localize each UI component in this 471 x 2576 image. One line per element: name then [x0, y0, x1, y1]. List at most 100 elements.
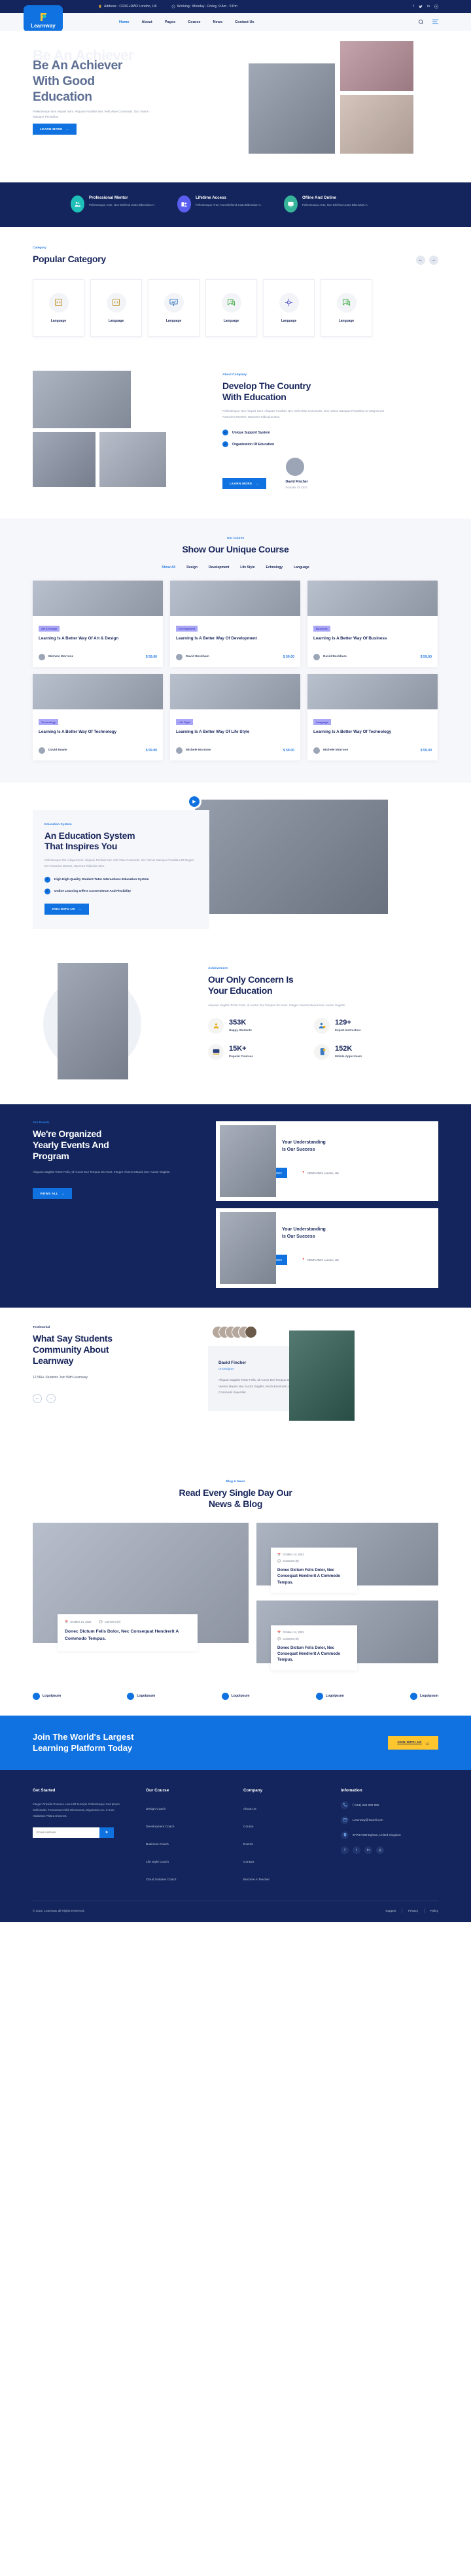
course-price: $ 59.00 — [283, 654, 294, 659]
tab-show-all[interactable]: Show All — [162, 566, 175, 569]
footer-link-design-coach[interactable]: Design Coach — [146, 1808, 166, 1811]
check-icon: ✓ — [222, 441, 228, 448]
blog-comments-text: Comment (0) — [283, 1637, 299, 1641]
list-item: Cloud Solution Coach — [146, 1872, 243, 1884]
footer-link-support[interactable]: Support — [385, 1909, 396, 1912]
category-card[interactable]: Language — [90, 279, 142, 337]
nav-item-about[interactable]: About — [142, 20, 152, 24]
course-card[interactable]: Art & Design Learning Is A Better Way Of… — [33, 580, 163, 667]
footer-link-business-coach[interactable]: Business Coach — [146, 1843, 169, 1846]
tab-development[interactable]: Development — [209, 566, 229, 569]
search-icon[interactable] — [418, 19, 424, 25]
blog-post[interactable]: 📅 October 14, 2022 💬 Comment (0) Donec Dic… — [256, 1522, 438, 1593]
category-card[interactable]: Language — [205, 279, 257, 337]
feature-item: Professional Mentor Pellentesque Ante, N… — [71, 195, 166, 212]
course-tag: Development — [176, 625, 198, 632]
linkedin-icon[interactable]: in — [364, 1846, 373, 1854]
newsletter-send-icon[interactable]: ➤ — [99, 1827, 114, 1838]
course-card[interactable]: Life Style Learning Is A Better Way Of L… — [170, 673, 300, 760]
course-card[interactable]: Business Learning Is A Better Way Of Bus… — [307, 580, 438, 667]
about-learn-more-button[interactable]: LEARN MORE → — [222, 478, 266, 490]
facebook-icon[interactable]: f — [341, 1846, 349, 1854]
event-card[interactable]: Your Understanding Is Our Success 📅 31 M… — [216, 1121, 438, 1202]
blog-post[interactable]: 📅 October 14, 2022 💬 Comment (0) Donec Dic… — [256, 1600, 438, 1670]
arrow-right-icon: → — [255, 482, 259, 486]
course-grid: Art & Design Learning Is A Better Way Of… — [33, 580, 438, 760]
testimonial-next-arrow-right-icon[interactable]: → — [46, 1393, 56, 1403]
category-next-arrow-right-icon[interactable]: → — [429, 255, 438, 265]
about-check-item: ✓ Organization Of Education — [222, 441, 432, 448]
course-card[interactable]: Language Learning Is A Better Way Of Tec… — [307, 673, 438, 760]
nav-item-contact-us[interactable]: Contact Us — [235, 20, 254, 24]
nav-item-course[interactable]: Course — [188, 20, 200, 24]
blog-date-text: October 14, 2022 — [283, 1631, 304, 1635]
logoipsum-icon — [315, 1692, 323, 1700]
footer-email-text[interactable]: Learnway@Gamil.com — [353, 1818, 383, 1823]
stat-item: 15K+ Popular Courses — [208, 1043, 300, 1060]
course-card[interactable]: Development Learning Is A Better Way Of … — [170, 580, 300, 667]
tab-design[interactable]: Design — [186, 566, 198, 569]
tab-life-style[interactable]: Life Style — [240, 566, 254, 569]
events-views-all-button[interactable]: VIEWS ALL → — [33, 1187, 73, 1199]
stat-item: 129+ Expert Instructors — [314, 1017, 406, 1034]
footer-phone: (+001) 256 689 985 — [341, 1801, 438, 1809]
hero-title-line-3: Education — [33, 89, 92, 104]
list-item: About Us — [243, 1801, 341, 1813]
tab-echnology[interactable]: Echnology — [266, 566, 283, 569]
category-card[interactable]: Language — [321, 279, 372, 337]
twitter-icon[interactable]: t — [353, 1846, 361, 1854]
hero-learn-more-button[interactable]: LEARN MORE → — [33, 124, 77, 135]
facebook-icon[interactable]: f — [413, 5, 414, 8]
play-icon[interactable]: ▶ — [187, 794, 201, 809]
category-card[interactable]: Language — [263, 279, 315, 337]
achievement-title: Our Only Concern Is Your Education — [208, 974, 438, 996]
list-item: Business Coach — [146, 1837, 243, 1848]
footer-link-policy[interactable]: Policy — [430, 1909, 438, 1912]
blog-featured-post[interactable]: 📅 October 14, 2022 💬 Comment (0) Donec Dic… — [33, 1522, 249, 1670]
email-input[interactable] — [33, 1827, 99, 1838]
category-prev-arrow-left-icon[interactable]: ← — [416, 255, 425, 265]
list-item: Design Coach — [146, 1801, 243, 1813]
cta-join-button[interactable]: JOIN WITH US → — [388, 1735, 438, 1750]
instagram-icon[interactable] — [434, 5, 438, 8]
footer-phone-text[interactable]: (+001) 256 689 985 — [353, 1803, 379, 1808]
nav-item-news[interactable]: News — [213, 20, 222, 24]
footer-link-contact[interactable]: Contact — [243, 1861, 254, 1864]
course-price: $ 59.00 — [145, 654, 157, 659]
achievement-photo — [58, 963, 128, 1080]
twitter-icon[interactable] — [419, 5, 423, 8]
nav-item-home[interactable]: Home — [119, 20, 130, 24]
footer-link-course[interactable]: Course — [243, 1825, 253, 1829]
course-card[interactable]: Technology Learning Is A Better Way Of T… — [33, 673, 163, 760]
instagram-icon[interactable]: ◎ — [376, 1846, 385, 1854]
testimonial-carousel-controls: ← → — [33, 1393, 208, 1403]
edu-join-button[interactable]: JOIN WITH US → — [44, 904, 89, 915]
avatar-active[interactable] — [245, 1326, 257, 1339]
footer-link-about-us[interactable]: About Us — [243, 1808, 256, 1811]
hamburger-menu-icon[interactable] — [432, 19, 438, 25]
footer-link-cloud-solution-coach[interactable]: Cloud Solution Coach — [146, 1878, 176, 1882]
linkedin-icon[interactable]: in — [427, 5, 430, 8]
blog-comments: 💬 Comment (0) — [99, 1620, 121, 1624]
footer-link-privacy[interactable]: Privacy — [408, 1909, 418, 1912]
testimonial-prev-arrow-left-icon[interactable]: ← — [33, 1393, 42, 1403]
event-card[interactable]: Your Understanding Is Our Success 📅 31 M… — [216, 1208, 438, 1289]
tab-language[interactable]: Language — [294, 566, 309, 569]
course-title: Learning Is A Better Way Of Art & Design — [39, 636, 119, 641]
course-title: Learning Is A Better Way Of Life Style — [176, 729, 250, 734]
category-card[interactable]: Language — [33, 279, 84, 337]
events-views-all-label: VIEWS ALL — [40, 1191, 59, 1195]
footer-link-become-a-teacher[interactable]: Become A Teacher — [243, 1878, 270, 1882]
footer-link-life-style-coach[interactable]: Life Style Coach — [146, 1861, 169, 1864]
category-card[interactable]: Language — [148, 279, 200, 337]
footer-link-development-coach[interactable]: Development Coach — [146, 1825, 174, 1829]
testimonial-title: What Say Students Community About Learnw… — [33, 1333, 208, 1366]
footer-our-course: Our Course Design Coach Development Coac… — [146, 1788, 243, 1884]
arrow-right-icon: → — [78, 907, 82, 911]
online-icon — [284, 195, 298, 212]
brand-label: Logoipsum — [43, 1694, 61, 1699]
site-logo[interactable]: Learnway — [24, 5, 63, 32]
nav-item-pages[interactable]: Pages — [165, 20, 175, 24]
footer-link-events[interactable]: Events — [243, 1843, 253, 1846]
footer-email: Learnway@Gamil.com — [341, 1816, 438, 1824]
